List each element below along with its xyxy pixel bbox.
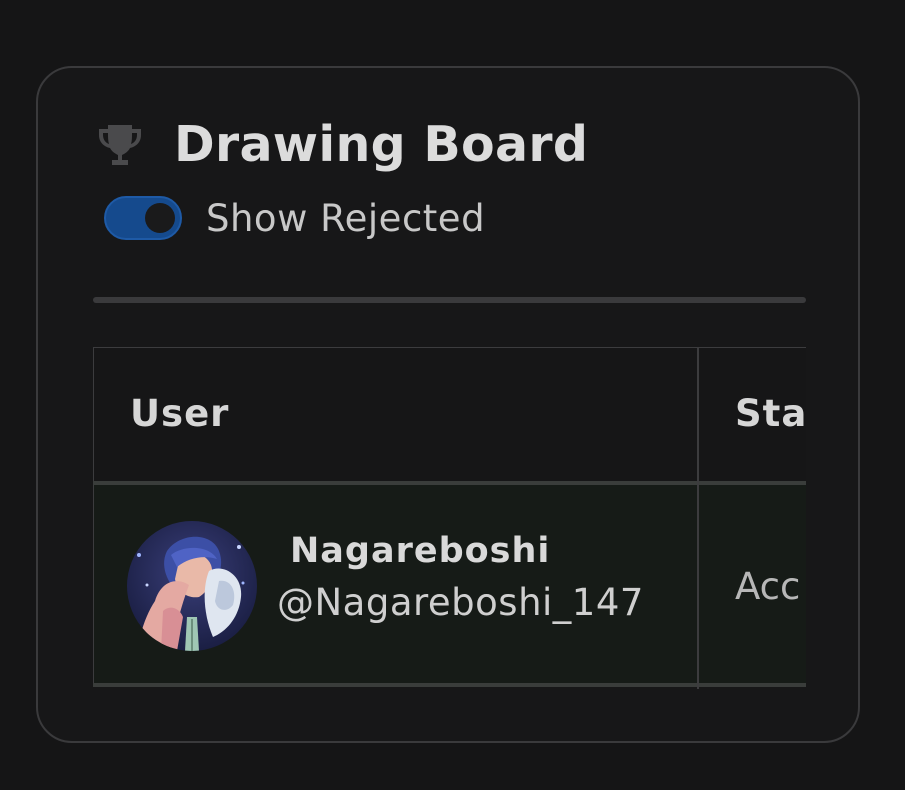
panel-title: Drawing Board: [174, 116, 589, 173]
drawing-board-panel: Drawing Board Show Rejected User Sta Nag…: [36, 66, 860, 743]
status-cell: Acc: [735, 565, 801, 608]
user-handle: @Nagareboshi_147: [277, 581, 644, 624]
table-header: User Sta: [93, 347, 806, 482]
divider: [93, 297, 806, 303]
column-header-status[interactable]: Sta: [735, 392, 806, 435]
toggle-label: Show Rejected: [206, 196, 486, 240]
table-row[interactable]: Nagareboshi @Nagareboshi_147 Acc: [93, 485, 806, 685]
avatar[interactable]: [127, 521, 257, 651]
submissions-table: User Sta Nagareboshi @Nagareboshi_147 Ac…: [93, 347, 806, 689]
show-rejected-filter: Show Rejected: [104, 196, 485, 240]
user-display-name[interactable]: Nagareboshi: [290, 531, 550, 571]
toggle-knob: [145, 203, 175, 233]
column-separator: [697, 347, 699, 689]
show-rejected-toggle[interactable]: [104, 196, 182, 240]
trophy-icon: [99, 124, 141, 165]
row-separator: [93, 683, 806, 687]
panel-header: Drawing Board: [94, 116, 588, 173]
column-header-user[interactable]: User: [130, 392, 229, 435]
